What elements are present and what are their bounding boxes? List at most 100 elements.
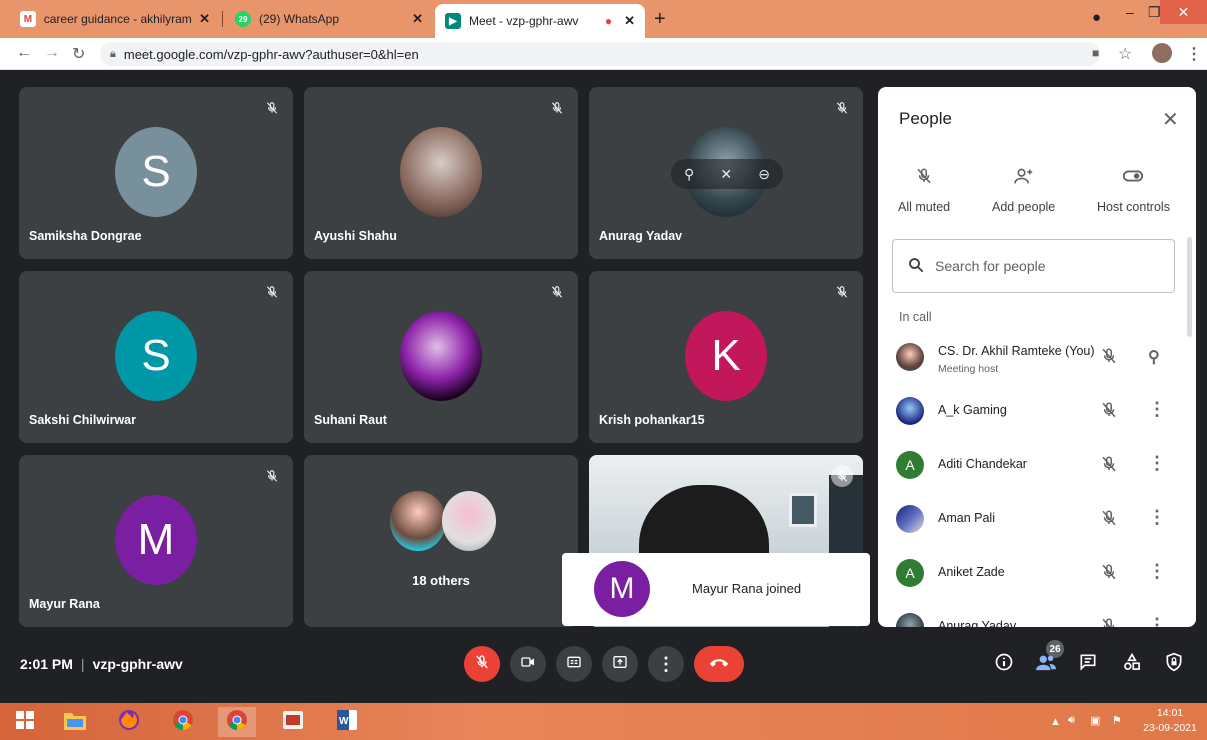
participant-name: Krish pohankar15 bbox=[599, 413, 705, 427]
action-center-flag-icon[interactable]: ⚑ bbox=[1112, 714, 1122, 727]
more-options-icon[interactable]: ⋮ bbox=[1148, 561, 1166, 582]
add-people-button[interactable]: Add people bbox=[992, 167, 1055, 214]
more-options-button[interactable]: ⋮ bbox=[648, 646, 684, 682]
close-tab-icon[interactable]: ✕ bbox=[199, 11, 210, 27]
search-placeholder: Search for people bbox=[935, 258, 1046, 274]
app-icon bbox=[281, 708, 305, 737]
svg-text:W: W bbox=[339, 716, 349, 727]
restore-button[interactable]: ❐ bbox=[1148, 4, 1161, 21]
mic-off-icon[interactable] bbox=[1100, 617, 1118, 627]
list-item[interactable]: Anurag Yadav ⋮ bbox=[878, 603, 1196, 627]
others-tile[interactable]: 18 others bbox=[304, 455, 578, 627]
avatar: S bbox=[115, 311, 197, 401]
url-field[interactable]: 🔒︎ meet.google.com/vzp-gphr-awv?authuser… bbox=[100, 42, 1100, 66]
close-icon[interactable]: ✕ bbox=[1162, 107, 1179, 132]
activities-button[interactable] bbox=[1120, 652, 1144, 676]
list-item[interactable]: Aman Pali ⋮ bbox=[878, 495, 1196, 545]
mic-off-icon[interactable] bbox=[1100, 563, 1118, 586]
tab-gmail[interactable]: M career guidance - akhilyramteke ✕ bbox=[10, 4, 220, 34]
list-item[interactable]: A Aditi Chandekar ⋮ bbox=[878, 441, 1196, 491]
mute-participant-icon[interactable]: ✕ bbox=[720, 166, 732, 183]
list-item[interactable]: CS. Dr. Akhil Ramteke (You) Meeting host… bbox=[878, 333, 1196, 383]
taskbar-chrome[interactable] bbox=[164, 707, 202, 737]
mic-off-icon[interactable] bbox=[1100, 347, 1118, 370]
camera-indicator-icon[interactable]: ■ bbox=[1092, 46, 1099, 60]
minimize-button[interactable]: – bbox=[1126, 4, 1134, 20]
close-tab-icon[interactable]: ✕ bbox=[624, 13, 635, 29]
volume-icon[interactable]: 🔊︎ bbox=[1068, 714, 1075, 727]
back-arrow-icon[interactable]: ← bbox=[16, 44, 32, 62]
meeting-time: 2:01 PM bbox=[20, 656, 73, 672]
new-tab-button[interactable]: + bbox=[654, 8, 666, 31]
microphone-toggle-button[interactable] bbox=[464, 646, 500, 682]
panel-title: People bbox=[899, 109, 952, 128]
participant-tile[interactable]: Suhani Raut bbox=[304, 271, 578, 443]
mic-off-icon[interactable] bbox=[1100, 401, 1118, 424]
profile-avatar[interactable] bbox=[1152, 43, 1172, 63]
participant-name: Mayur Rana bbox=[29, 597, 100, 611]
mic-off-icon[interactable] bbox=[1100, 509, 1118, 532]
reload-icon[interactable]: ↻ bbox=[72, 44, 85, 64]
browser-menu-icon[interactable]: ⋮ bbox=[1186, 44, 1202, 64]
mic-off-icon bbox=[261, 465, 283, 487]
avatar-photo bbox=[400, 127, 482, 217]
participant-tile[interactable]: Ayushi Shahu bbox=[304, 87, 578, 259]
list-item[interactable]: A Aniket Zade ⋮ bbox=[878, 549, 1196, 599]
pin-icon[interactable]: ⚲ bbox=[684, 166, 694, 183]
participant-name: Samiksha Dongrae bbox=[29, 229, 142, 243]
remove-participant-icon[interactable]: ⊖ bbox=[758, 166, 770, 183]
avatar-photo bbox=[896, 343, 924, 371]
close-tab-icon[interactable]: ✕ bbox=[412, 11, 423, 27]
taskbar-clock[interactable]: 14:01 23-09-2021 bbox=[1140, 706, 1200, 736]
forward-arrow-icon[interactable]: → bbox=[44, 44, 60, 62]
people-button[interactable] bbox=[1034, 652, 1058, 676]
tab-whatsapp[interactable]: 29 (29) WhatsApp ✕ bbox=[225, 4, 433, 34]
person-name: Aman Pali bbox=[938, 511, 995, 525]
more-options-icon[interactable]: ⋮ bbox=[1148, 507, 1166, 528]
host-controls-button[interactable]: Host controls bbox=[1097, 167, 1170, 214]
mic-off-icon[interactable] bbox=[1100, 455, 1118, 478]
chat-button[interactable] bbox=[1076, 652, 1100, 676]
whatsapp-icon: 29 bbox=[235, 11, 251, 27]
participant-tile[interactable]: S Samiksha Dongrae bbox=[19, 87, 293, 259]
meeting-info-button[interactable] bbox=[992, 652, 1016, 676]
captions-button[interactable] bbox=[556, 646, 592, 682]
participant-tile[interactable]: ⚲ ✕ ⊖ Anurag Yadav bbox=[589, 87, 863, 259]
host-controls-button[interactable] bbox=[1162, 652, 1186, 676]
windows-start-button[interactable] bbox=[6, 707, 44, 737]
taskbar-file-explorer[interactable] bbox=[56, 707, 94, 737]
more-options-icon[interactable]: ⋮ bbox=[1148, 615, 1166, 627]
all-muted-button[interactable]: All muted bbox=[898, 167, 950, 214]
participant-tile[interactable]: M Mayur Rana bbox=[19, 455, 293, 627]
avatar-photo bbox=[896, 397, 924, 425]
profile-dot-icon[interactable]: ● bbox=[1092, 9, 1101, 26]
pin-icon[interactable]: ⚲ bbox=[1148, 347, 1160, 367]
list-item[interactable]: A_k Gaming ⋮ bbox=[878, 387, 1196, 437]
action-label: Add people bbox=[992, 200, 1056, 214]
participant-tile[interactable]: S Sakshi Chilwirwar bbox=[19, 271, 293, 443]
more-options-icon[interactable]: ⋮ bbox=[1148, 453, 1166, 474]
gmail-icon: M bbox=[20, 11, 36, 27]
hang-up-icon bbox=[708, 655, 730, 673]
taskbar-app[interactable] bbox=[274, 707, 312, 737]
taskbar-chrome-active[interactable] bbox=[218, 707, 256, 737]
avatar: K bbox=[685, 311, 767, 401]
bookmark-star-icon[interactable]: ☆ bbox=[1118, 44, 1132, 64]
show-hidden-icons[interactable]: ▲ bbox=[1050, 716, 1061, 728]
taskbar-firefox[interactable] bbox=[110, 707, 148, 737]
panel-scrollbar[interactable] bbox=[1187, 237, 1192, 337]
avatar-photo bbox=[390, 491, 446, 551]
search-people-input[interactable]: Search for people bbox=[892, 239, 1175, 293]
taskbar-word[interactable]: W bbox=[328, 707, 366, 737]
camera-toggle-button[interactable] bbox=[510, 646, 546, 682]
meeting-code: vzp-gphr-awv bbox=[92, 656, 183, 672]
more-options-icon[interactable]: ⋮ bbox=[1148, 399, 1166, 420]
chrome-icon bbox=[171, 708, 195, 737]
leave-call-button[interactable] bbox=[694, 646, 744, 682]
present-screen-button[interactable] bbox=[602, 646, 638, 682]
avatar: A bbox=[896, 451, 924, 479]
window-close-button[interactable]: ✕ bbox=[1160, 0, 1207, 24]
participant-tile[interactable]: K Krish pohankar15 bbox=[589, 271, 863, 443]
tab-meet[interactable]: ▶ Meet - vzp-gphr-awv ● ✕ bbox=[435, 4, 645, 38]
network-icon[interactable]: ▣ bbox=[1090, 714, 1100, 727]
